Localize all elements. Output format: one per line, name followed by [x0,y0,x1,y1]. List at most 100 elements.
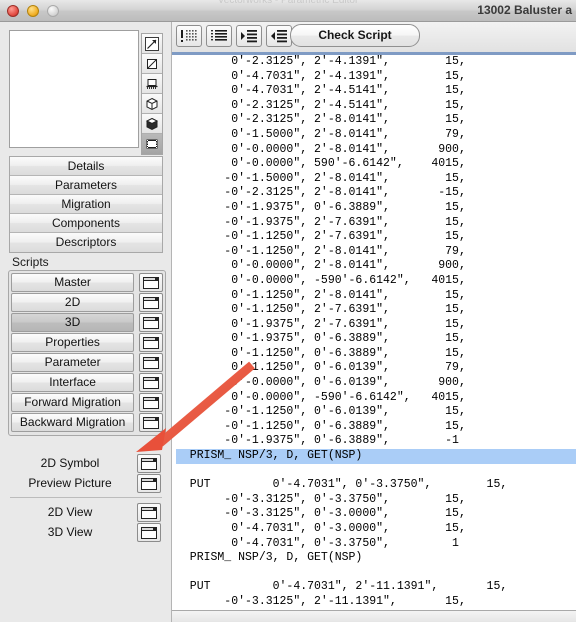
list-item: 3D View [8,523,166,542]
extrude-tool-icon[interactable] [142,74,162,94]
list-item: Parameter [11,353,163,372]
window-icon-2d-symbol[interactable] [137,454,161,473]
script-button-backward-migration[interactable]: Backward Migration [11,413,135,432]
code-line[interactable]: 0'-0.0000", 2'-8.0141", 900, [176,143,576,158]
code-line[interactable]: -0'-1.9375", 0'-6.3889", 15, [176,201,576,216]
code-line[interactable]: 0'-0.0000", -590'-6.6142", 4015, [176,391,576,406]
code-line[interactable]: PRISM_ NSP/3, D, GET(NSP) [176,449,576,464]
list-item: 2D View [8,503,166,522]
window-icon-3d-view[interactable] [137,523,161,542]
check-script-button[interactable]: Check Script [290,24,420,47]
tab-details[interactable]: Details [10,157,162,176]
tab-descriptors[interactable]: Descriptors [10,233,162,252]
solid-cube-icon[interactable] [142,114,162,134]
code-line[interactable]: 0'-1.5000", 2'-8.0141", 79, [176,128,576,143]
script-button-3d[interactable]: 3D [11,313,135,332]
code-line[interactable]: 0'-2.3125", 2'-8.0141", 15, [176,113,576,128]
preview-canvas[interactable] [9,30,139,148]
code-line[interactable]: 0'-1.9375", 2'-7.6391", 15, [176,318,576,333]
list-item: Interface [11,373,163,392]
code-line[interactable]: 0'-1.1250", 0'-6.3889", 15, [176,347,576,362]
code-line[interactable]: -0'-1.1250", 2'-8.0141", 79, [176,245,576,260]
code-line[interactable]: PUT 0'-4.7031", 2'-11.1391", 15, [176,580,576,595]
code-line[interactable]: 0'-2.3125", 2'-4.5141", 15, [176,99,576,114]
code-line[interactable]: PUT 0'-4.7031", 0'-3.3750", 15, [176,478,576,493]
filmstrip-icon[interactable] [142,134,162,154]
code-line[interactable]: -0'-1.5000", 2'-8.0141", 15, [176,172,576,187]
window-icon-backward-migration[interactable] [139,413,163,432]
tab-components[interactable]: Components [10,214,162,233]
tab-migration[interactable]: Migration [10,195,162,214]
code-line[interactable]: 0'-1.1250", 2'-7.6391", 15, [176,303,576,318]
object-tab-group: Details Parameters Migration Components … [9,156,163,253]
code-line[interactable] [176,464,576,479]
code-line[interactable]: 0'-4.7031", 2'-4.5141", 15, [176,84,576,99]
window-icon-properties[interactable] [139,333,163,352]
code-line[interactable]: -0'-1.1250", 0'-6.3889", 15, [176,420,576,435]
code-line[interactable]: 0'-0.0000", 0'-6.0139", 900, [176,376,576,391]
script-button-interface[interactable]: Interface [11,373,135,392]
script-button-2d[interactable]: 2D [11,293,135,312]
view-tool-strip [141,33,163,155]
script-toolbar: Check Script [172,22,576,52]
window-icon-parameter[interactable] [139,353,163,372]
script-button-parameter[interactable]: Parameter [11,353,135,372]
code-line[interactable]: -0'-1.1250", 2'-7.6391", 15, [176,230,576,245]
code-line[interactable]: 0'-4.7031", 2'-4.1391", 15, [176,70,576,85]
code-line[interactable]: -0'-1.9375", 2'-7.6391", 15, [176,216,576,231]
code-line[interactable]: 0'-0.0000", 2'-8.0141", 900, [176,259,576,274]
scripts-list: Master 2D 3D Properties Parameter Interf… [8,270,166,436]
list-item: Backward Migration [11,413,163,432]
edit-tool-icon[interactable] [142,34,162,54]
list-item: 2D Symbol [8,454,166,473]
window-icon-2d-view[interactable] [137,503,161,522]
code-line[interactable] [176,566,576,581]
code-line[interactable]: -0'-1.1250", 0'-6.0139", 15, [176,405,576,420]
window-icon-forward-migration[interactable] [139,393,163,412]
code-line[interactable]: 0'-2.3125", 2'-4.1391", 15, [176,55,576,70]
toggle-line-numbers-icon[interactable] [176,25,202,47]
application-window: Vectorworks - Parametric Editor 13002 Ba… [0,0,576,622]
tab-parameters[interactable]: Parameters [10,176,162,195]
code-line[interactable]: 0'-1.9375", 0'-6.3889", 15, [176,332,576,347]
format-list-icon[interactable] [206,25,232,47]
scripts-section-label: Scripts [12,255,49,269]
script-editor[interactable]: 0'-2.3125", 2'-4.1391", 15, 0'-4.7031", … [172,52,576,610]
list-item: Forward Migration [11,393,163,412]
rectangle-tool-icon[interactable] [142,54,162,74]
code-line[interactable]: -0'-2.3125", 2'-8.0141", -15, [176,186,576,201]
code-line[interactable]: PRISM_ NSP/3, D, GET(NSP) [176,551,576,566]
code-line[interactable]: 0'-0.0000", 590'-6.6142", 4015, [176,157,576,172]
script-button-forward-migration[interactable]: Forward Migration [11,393,135,412]
window-icon-master[interactable] [139,273,163,292]
list-item: 3D [11,313,163,332]
label-3d-view: 3D View [47,525,93,539]
script-code-body[interactable]: 0'-2.3125", 2'-4.1391", 15, 0'-4.7031", … [172,55,576,610]
indent-right-icon[interactable] [236,25,262,47]
list-item: Preview Picture [8,474,166,493]
code-line[interactable]: 0'-1.1250", 0'-6.0139", 79, [176,361,576,376]
label-2d-view: 2D View [47,505,93,519]
code-line[interactable]: -0'-3.3125", 2'-11.1391", 15, [176,595,576,610]
window-icon-2d[interactable] [139,293,163,312]
status-strip [172,610,576,622]
code-line[interactable]: 0'-1.1250", 2'-8.0141", 15, [176,289,576,304]
list-item: 2D [11,293,163,312]
code-line[interactable]: 0'-4.7031", 0'-3.3750", 1 [176,537,576,552]
window-icon-preview-picture[interactable] [137,474,161,493]
window-icon-3d[interactable] [139,313,163,332]
view-options-group: 2D Symbol Preview Picture 2D View 3D Vie [8,454,166,543]
wireframe-cube-icon[interactable] [142,94,162,114]
window-icon-interface[interactable] [139,373,163,392]
script-button-properties[interactable]: Properties [11,333,135,352]
window-title: 13002 Baluster a [477,3,572,17]
script-button-master[interactable]: Master [11,273,135,292]
code-line[interactable]: -0'-3.3125", 0'-3.0000", 15, [176,507,576,522]
left-panel: Details Parameters Migration Components … [0,22,172,622]
indent-left-icon[interactable] [266,25,292,47]
code-line[interactable]: 0'-4.7031", 0'-3.0000", 15, [176,522,576,537]
code-line[interactable]: -0'-1.9375", 0'-6.3889", -1 [176,434,576,449]
title-bar: Vectorworks - Parametric Editor 13002 Ba… [0,0,576,22]
code-line[interactable]: -0'-3.3125", 0'-3.3750", 15, [176,493,576,508]
code-line[interactable]: 0'-0.0000", -590'-6.6142", 4015, [176,274,576,289]
